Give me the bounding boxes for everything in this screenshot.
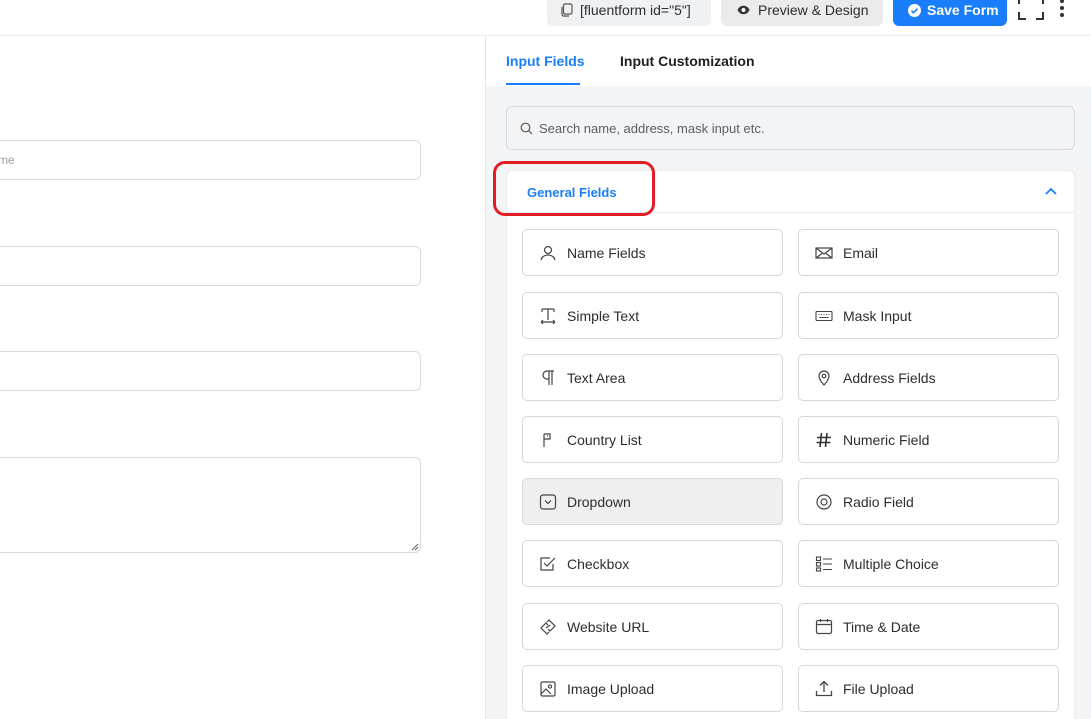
- field-numeric-field[interactable]: Numeric Field: [798, 416, 1059, 463]
- checkbox-icon: [540, 556, 556, 571]
- flag-icon: [543, 432, 551, 447]
- shortcode-button[interactable]: [fluentform id="5"]: [547, 0, 711, 26]
- field-label: Email: [843, 244, 879, 261]
- panel-tabs: Input Fields Input Customization: [486, 36, 1091, 86]
- field-search-input[interactable]: Search name, address, mask input etc.: [506, 106, 1075, 150]
- section-header[interactable]: General Fields: [493, 161, 1074, 216]
- field-address-fields[interactable]: Address Fields: [798, 354, 1059, 401]
- field-label: Image Upload: [567, 680, 655, 697]
- more-options-icon[interactable]: [1056, 0, 1068, 22]
- field-label: Website URL: [567, 618, 650, 635]
- field-label: Name Fields: [567, 244, 646, 261]
- field-country-list[interactable]: Country List: [522, 416, 783, 463]
- search-placeholder: Search name, address, mask input etc.: [539, 120, 765, 136]
- check-circle-icon: [908, 3, 921, 17]
- field-label: Checkbox: [567, 555, 630, 572]
- field-multiple-choice[interactable]: Multiple Choice: [798, 540, 1059, 587]
- field-label: Address Fields: [843, 369, 936, 386]
- field-label: Radio Field: [843, 493, 914, 510]
- text-cursor-icon: [540, 307, 556, 324]
- search-icon: [520, 122, 533, 134]
- highlight-annotation: [493, 161, 655, 216]
- tab-input-customization[interactable]: Input Customization: [620, 53, 755, 69]
- eye-icon: [737, 5, 750, 15]
- copy-icon: [561, 3, 573, 17]
- field-radio-field[interactable]: Radio Field: [798, 478, 1059, 525]
- list-icon: [815, 555, 832, 572]
- form-input-preview[interactable]: [0, 351, 421, 391]
- shortcode-label: [fluentform id="5"]: [580, 2, 691, 18]
- field-label: Text Area: [567, 369, 626, 386]
- resize-handle-icon[interactable]: [410, 542, 419, 551]
- field-label: Time & Date: [843, 618, 921, 635]
- field-label: Simple Text: [567, 307, 640, 324]
- field-label: File Upload: [843, 680, 914, 697]
- field-file-upload[interactable]: File Upload: [798, 665, 1059, 712]
- fullscreen-icon[interactable]: [1018, 0, 1044, 20]
- tab-input-fields[interactable]: Input Fields: [506, 53, 585, 69]
- preview-design-button[interactable]: Preview & Design: [721, 0, 883, 26]
- field-simple-text[interactable]: Simple Text: [522, 292, 783, 339]
- top-toolbar: [fluentform id="5"] Preview & Design Sav…: [0, 0, 1091, 36]
- form-editor-canvas: me: [0, 36, 486, 719]
- image-icon: [540, 680, 556, 697]
- fields-panel: Input Fields Input Customization Search …: [486, 36, 1091, 719]
- calendar-icon: [815, 619, 833, 635]
- map-pin-icon: [818, 370, 830, 386]
- paragraph-icon: [542, 369, 554, 385]
- user-icon: [540, 245, 556, 260]
- save-form-button[interactable]: Save Form: [893, 0, 1007, 26]
- field-label: Country List: [567, 431, 642, 448]
- keyboard-icon: [815, 310, 833, 321]
- field-mask-input[interactable]: Mask Input: [798, 292, 1059, 339]
- field-time-date[interactable]: Time & Date: [798, 603, 1059, 650]
- form-input-preview[interactable]: me: [0, 140, 421, 180]
- dropdown-icon: [539, 493, 557, 510]
- field-email[interactable]: Email: [798, 229, 1059, 276]
- form-input-placeholder: me: [0, 153, 15, 167]
- preview-label: Preview & Design: [758, 2, 869, 18]
- field-name-fields[interactable]: Name Fields: [522, 229, 783, 276]
- field-text-area[interactable]: Text Area: [522, 354, 783, 401]
- field-dropdown[interactable]: Dropdown: [522, 478, 783, 525]
- form-input-preview[interactable]: [0, 246, 421, 286]
- hash-icon: [816, 432, 831, 447]
- field-website-url[interactable]: Website URL: [522, 603, 783, 650]
- save-label: Save Form: [927, 2, 999, 18]
- upload-icon: [815, 680, 833, 697]
- field-checkbox[interactable]: Checkbox: [522, 540, 783, 587]
- field-image-upload[interactable]: Image Upload: [522, 665, 783, 712]
- field-label: Numeric Field: [843, 431, 930, 448]
- form-textarea-preview[interactable]: [0, 457, 421, 553]
- chevron-up-icon[interactable]: [1044, 185, 1058, 197]
- radio-icon: [816, 493, 832, 510]
- field-label: Mask Input: [843, 307, 912, 324]
- active-tab-indicator: [506, 83, 580, 85]
- link-icon: [540, 618, 556, 635]
- envelope-icon: [815, 246, 833, 259]
- field-label: Dropdown: [567, 493, 631, 510]
- field-label: Multiple Choice: [843, 555, 939, 572]
- general-fields-section: General Fields Name Fields Email Simple …: [493, 161, 1075, 719]
